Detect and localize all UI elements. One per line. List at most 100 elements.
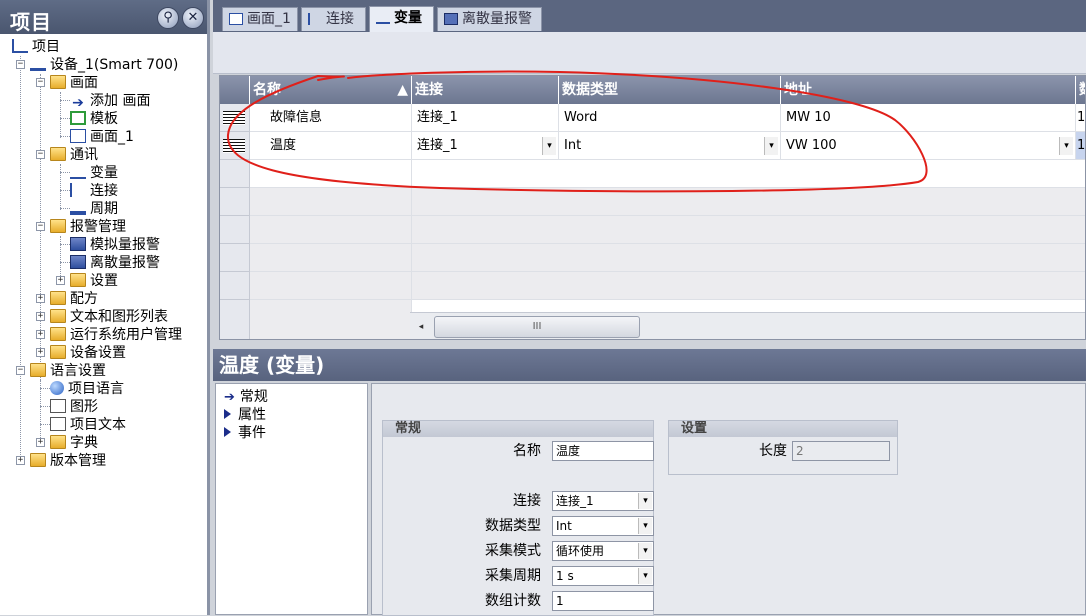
nav-item-general[interactable]: ➔ 常规	[224, 388, 268, 406]
row-selector-empty[interactable]	[220, 300, 250, 339]
tab-discrete-alarms[interactable]: 离散量报警	[437, 7, 542, 31]
expand-toggle-device[interactable]: −	[16, 60, 25, 69]
dropdown-arrow-icon[interactable]: ▾	[542, 137, 556, 155]
table-cell-connection[interactable]: 连接_1	[412, 104, 559, 132]
connection-select[interactable]: 连接_1 ▾	[552, 491, 654, 511]
tree-item-project-texts[interactable]: 项目文本	[50, 416, 126, 434]
tree-item-connections[interactable]: 连接	[70, 182, 118, 200]
expand-toggle-recipes[interactable]: +	[36, 294, 45, 303]
dropdown-arrow-icon[interactable]: ▾	[638, 518, 652, 534]
tree-item-device-settings[interactable]: 设备设置	[50, 344, 126, 362]
scroll-left-arrow-icon[interactable]: ◂	[414, 319, 428, 335]
table-cell-name[interactable]: 温度	[250, 132, 412, 160]
connection-icon	[308, 13, 322, 25]
nav-item-properties[interactable]: 属性	[224, 406, 266, 424]
folder-icon	[50, 345, 66, 359]
scrollbar-thumb[interactable]: III	[434, 316, 640, 338]
dropdown-arrow-icon[interactable]: ▾	[1059, 137, 1073, 155]
expand-toggle-textlists[interactable]: +	[36, 312, 45, 321]
device-icon	[30, 57, 46, 71]
name-field[interactable]: 温度	[552, 441, 654, 461]
acquisition-mode-select[interactable]: 循环使用 ▾	[552, 541, 654, 561]
row-selector[interactable]	[220, 132, 250, 160]
row-selector-empty[interactable]	[220, 272, 250, 300]
expand-toggle-alarms[interactable]: −	[36, 222, 45, 231]
expand-toggle-device-settings[interactable]: +	[36, 348, 45, 357]
table-cell-connection[interactable]: 连接_1 ▾	[412, 132, 559, 160]
tree-item-communication[interactable]: 通讯	[50, 146, 98, 164]
expand-toggle-version[interactable]: +	[16, 456, 25, 465]
table-cell-data-type[interactable]: Int ▾	[559, 132, 781, 160]
dropdown-arrow-icon[interactable]: ▾	[764, 137, 778, 155]
row-selector-empty[interactable]	[220, 160, 250, 188]
tree-item-recipes[interactable]: 配方	[50, 290, 98, 308]
field-label-acquisition-cycle: 采集周期	[485, 568, 541, 584]
table-cell-address[interactable]: VW 100 ▾	[781, 132, 1076, 160]
tree-item-runtime-users[interactable]: 运行系统用户管理	[50, 326, 182, 344]
table-cell-array[interactable]: 1	[1076, 104, 1085, 132]
column-header-address[interactable]: 地址	[781, 76, 1076, 104]
expand-toggle-users[interactable]: +	[36, 330, 45, 339]
tree-item-analog-alarms[interactable]: 模拟量报警	[70, 236, 160, 254]
tree-item-cycles[interactable]: 周期	[70, 200, 118, 218]
row-selector[interactable]	[220, 104, 250, 132]
tree-item-template[interactable]: 模板	[70, 110, 118, 128]
row-selector-empty[interactable]	[220, 188, 250, 216]
project-icon	[12, 39, 28, 53]
dropdown-arrow-icon[interactable]: ▾	[638, 568, 652, 584]
tree-item-screen-1[interactable]: 画面_1	[70, 128, 134, 146]
tab-connections[interactable]: 连接	[301, 7, 366, 31]
row-selector-empty[interactable]	[220, 216, 250, 244]
field-label-name: 名称	[513, 443, 541, 459]
dropdown-arrow-icon[interactable]: ▾	[638, 543, 652, 559]
tree-item-add-screen[interactable]: ➔ 添加 画面	[70, 92, 150, 110]
column-header-data-type[interactable]: 数据类型	[559, 76, 781, 104]
tree-item-version-management[interactable]: 版本管理	[30, 452, 106, 470]
empty-cell	[250, 272, 412, 300]
screen-icon	[229, 13, 243, 25]
tab-screen-1[interactable]: 画面_1	[222, 7, 298, 31]
expand-toggle-language[interactable]: −	[16, 366, 25, 375]
expand-toggle-alarm-settings[interactable]: +	[56, 276, 65, 285]
expand-toggle-dictionary[interactable]: +	[36, 438, 45, 447]
table-cell-name[interactable]: 故障信息	[250, 104, 412, 132]
tree-item-tags[interactable]: 变量	[70, 164, 118, 182]
tree-item-graphics[interactable]: 图形	[50, 398, 98, 416]
column-header-array[interactable]: 数	[1076, 76, 1085, 104]
column-header-connection[interactable]: 连接	[412, 76, 559, 104]
tree-item-screens[interactable]: 画面	[50, 74, 98, 92]
close-icon[interactable]: ✕	[182, 7, 204, 29]
expand-toggle-screens[interactable]: −	[36, 78, 45, 87]
empty-cell	[412, 216, 1085, 244]
nav-item-events[interactable]: 事件	[224, 424, 266, 442]
empty-cell[interactable]	[412, 160, 1085, 188]
length-field[interactable]: 2	[792, 441, 890, 461]
horizontal-scrollbar[interactable]: ◂ III	[410, 312, 1085, 339]
tree-item-alarm-settings[interactable]: 设置	[70, 272, 118, 290]
table-cell-address[interactable]: MW 10	[781, 104, 1076, 132]
tab-tags[interactable]: 变量	[369, 6, 434, 32]
tree-item-device[interactable]: 设备_1(Smart 700)	[30, 56, 178, 74]
folder-icon	[50, 147, 66, 161]
data-type-select[interactable]: Int ▾	[552, 516, 654, 536]
table-cell-data-type[interactable]: Word	[559, 104, 781, 132]
tree-item-discrete-alarms[interactable]: 离散量报警	[70, 254, 160, 272]
row-selector-empty[interactable]	[220, 244, 250, 272]
tree-item-text-graphic-lists[interactable]: 文本和图形列表	[50, 308, 168, 326]
empty-cell[interactable]	[250, 160, 412, 188]
tree-item-project-languages[interactable]: 项目语言	[50, 380, 124, 398]
array-count-field[interactable]: 1	[552, 591, 654, 611]
tree-item-dictionaries[interactable]: 字典	[50, 434, 98, 452]
column-header-name[interactable]: 名称 ▲	[250, 76, 412, 104]
dropdown-arrow-icon[interactable]: ▾	[638, 493, 652, 509]
expand-toggle-comm[interactable]: −	[36, 150, 45, 159]
tree-item-alarm-management[interactable]: 报警管理	[50, 218, 126, 236]
discrete-alarm-icon	[444, 13, 458, 25]
table-cell-array[interactable]: 1	[1076, 132, 1085, 160]
tree-item-project[interactable]: 项目	[12, 38, 60, 56]
folder-icon	[50, 75, 66, 89]
field-label-array-count: 数组计数	[485, 593, 541, 609]
tree-item-language-settings[interactable]: 语言设置	[30, 362, 106, 380]
pin-icon[interactable]: ⚲	[157, 7, 179, 29]
acquisition-cycle-select[interactable]: 1 s ▾	[552, 566, 654, 586]
